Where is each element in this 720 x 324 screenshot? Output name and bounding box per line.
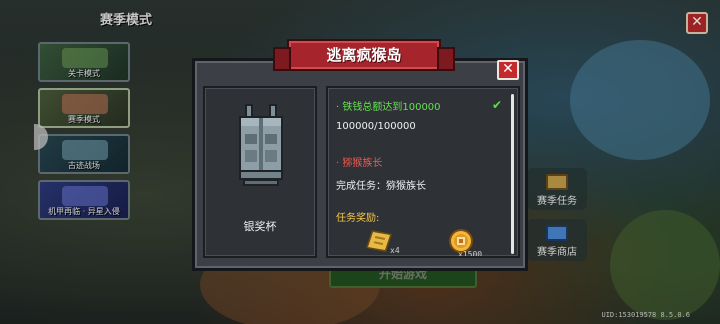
task-info-panel: · 铁钱总额达到100000 ✔ 100000/100000 · 猕猴族长 完成… bbox=[326, 86, 520, 258]
check-icon: ✔ bbox=[492, 98, 503, 112]
task1-progress: 100000/100000 bbox=[336, 121, 416, 132]
close-dialog-button[interactable]: ✕ bbox=[497, 60, 519, 80]
scrollbar[interactable] bbox=[511, 94, 514, 254]
reward-preview-panel: 银奖杯 bbox=[203, 86, 317, 258]
close-icon: ✕ bbox=[502, 61, 514, 77]
dialog-title: 逃离疯猴岛 bbox=[273, 39, 455, 71]
reward-name: 银奖杯 bbox=[243, 220, 277, 233]
task2-title: · 猕猴族长 bbox=[336, 158, 383, 169]
task1-title: · 铁钱总额达到100000 bbox=[336, 102, 441, 113]
rewards-label: 任务奖励: bbox=[336, 213, 380, 224]
task2-desc: 完成任务：猕猴族长 bbox=[336, 181, 426, 192]
reward-item[interactable]: x1500 bbox=[448, 228, 482, 256]
reward-count: x4 bbox=[390, 246, 400, 255]
armor-vest-icon bbox=[239, 104, 283, 186]
reward-item[interactable]: x4 bbox=[364, 228, 400, 256]
reward-count: x1500 bbox=[458, 250, 483, 258]
